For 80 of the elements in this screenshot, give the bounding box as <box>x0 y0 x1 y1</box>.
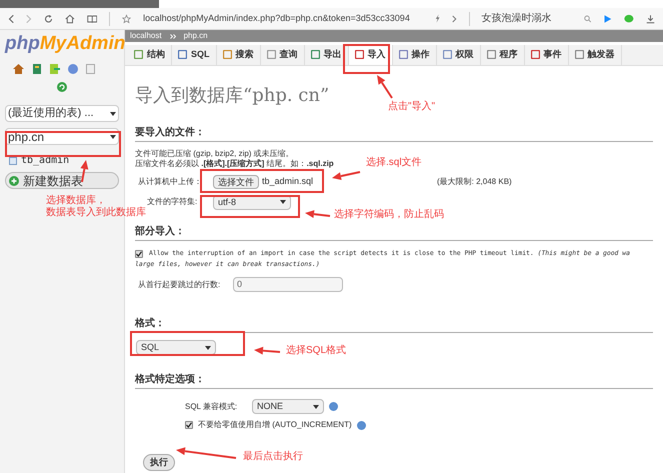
annotation-text: 最后点击执行 <box>243 451 303 463</box>
annotation-text: 选择字符编码，防止乱码 <box>334 209 444 221</box>
refresh-icon[interactable] <box>57 82 67 92</box>
annotation-text: 选择.sql文件 <box>366 157 422 169</box>
annotation-text: 选择SQL格式 <box>286 345 346 357</box>
search-icon[interactable] <box>584 14 592 24</box>
breadcrumb-link[interactable]: localhost <box>130 30 162 42</box>
arrow <box>305 210 330 218</box>
tab-icon <box>266 50 276 60</box>
description-text: 文件可能已压缩 (gzip, bzip2, zip) 或未压缩。 <box>135 148 295 158</box>
play-icon[interactable] <box>603 12 612 24</box>
field-label: 从首行起要跳过的行数: <box>138 278 222 290</box>
tab-icon <box>398 50 408 60</box>
star-icon[interactable] <box>122 12 132 24</box>
document-icon[interactable] <box>86 64 95 74</box>
tab-icon <box>310 50 320 60</box>
checkbox[interactable] <box>135 250 143 258</box>
input-field[interactable]: 0 <box>233 277 343 292</box>
section-title: 部分导入： <box>135 224 653 241</box>
choose-file-button[interactable]: 选择文件 <box>213 174 259 189</box>
home-icon[interactable] <box>65 12 75 24</box>
checkbox-label: 不要给零值使用自增 (AUTO_INCREMENT) <box>198 419 352 431</box>
section-title: 要导入的文件： <box>135 124 653 142</box>
arrow <box>377 75 393 99</box>
caret-icon <box>205 346 211 350</box>
file-name: tb_admin.sql <box>262 176 314 186</box>
breadcrumb-link[interactable]: php.cn <box>184 30 208 42</box>
caret-icon <box>280 200 286 204</box>
dropdown-value: NONE <box>257 400 284 413</box>
field-label: 文件的字符集: <box>147 196 198 208</box>
go-button[interactable]: 执行 <box>143 454 175 472</box>
arrow <box>254 346 280 355</box>
field-label: SQL 兼容模式: <box>185 400 238 412</box>
tab-icon <box>354 50 364 60</box>
address-bar[interactable]: localhost/phpMyAdmin/index.php?db=php.cn&token=3d53cc33094 <box>143 12 424 26</box>
section-title: 格式特定选项： <box>135 372 653 389</box>
new-table-button[interactable]: 新建数据表 <box>5 172 119 189</box>
description-text: 压缩文件名必须以 .[格式].[压缩方式] 结尾。如：.sql.zip <box>135 158 334 169</box>
highlight-frame <box>343 44 390 74</box>
arrow <box>332 171 360 180</box>
page-heading: 导入到数据库“php. cn” <box>135 84 330 108</box>
tab-icon <box>222 50 232 60</box>
annotation-text: 数据表导入到此数据库 <box>46 207 146 219</box>
chevron-icon <box>170 34 176 38</box>
checkbox[interactable] <box>185 421 193 429</box>
download-icon[interactable] <box>646 12 655 24</box>
book-icon[interactable] <box>86 12 98 24</box>
tab-icon <box>442 50 452 60</box>
logo[interactable]: phpMyAdmin <box>5 30 126 58</box>
annotation-text: 点击"导入" <box>388 101 436 113</box>
back-icon[interactable] <box>8 12 14 24</box>
arrow <box>176 447 236 459</box>
search-suggestion[interactable]: 女孩泡澡时溺水 <box>482 11 572 26</box>
table-link[interactable]: tb_admin <box>21 153 70 168</box>
chevron-icon[interactable] <box>452 14 457 24</box>
caret-icon <box>313 404 319 408</box>
lightning-icon[interactable] <box>435 13 440 24</box>
table-icon <box>9 156 17 164</box>
home-icon[interactable] <box>13 64 24 74</box>
caret-icon <box>110 112 116 116</box>
tab-icon <box>134 50 143 60</box>
recent-tables-dropdown[interactable]: (最近使用的表) ... <box>5 105 119 122</box>
caret-icon <box>110 134 116 138</box>
dropdown-value: utf-8 <box>218 196 236 209</box>
field-label: 从计算机中上传： <box>138 176 203 188</box>
tab-icon <box>486 50 496 60</box>
dropdown-value: SQL <box>141 340 160 354</box>
compat-mode-dropdown[interactable]: NONE <box>252 399 324 414</box>
dropdown-value: (最近使用的表) ... <box>8 106 94 122</box>
format-dropdown[interactable]: SQL <box>136 340 216 355</box>
section-title: 格式： <box>135 316 653 333</box>
dropdown-value: php.cn <box>8 128 44 146</box>
size-limit-text: (最大限制: 2,048 KB) <box>437 176 512 188</box>
tab-icon <box>530 50 540 60</box>
annotation-text: 选择数据库， <box>46 195 106 206</box>
tab-icon <box>574 50 584 60</box>
reload-icon[interactable] <box>44 12 54 24</box>
database-icon[interactable] <box>32 64 42 74</box>
tab-icon <box>178 50 187 60</box>
plus-icon <box>9 176 19 186</box>
